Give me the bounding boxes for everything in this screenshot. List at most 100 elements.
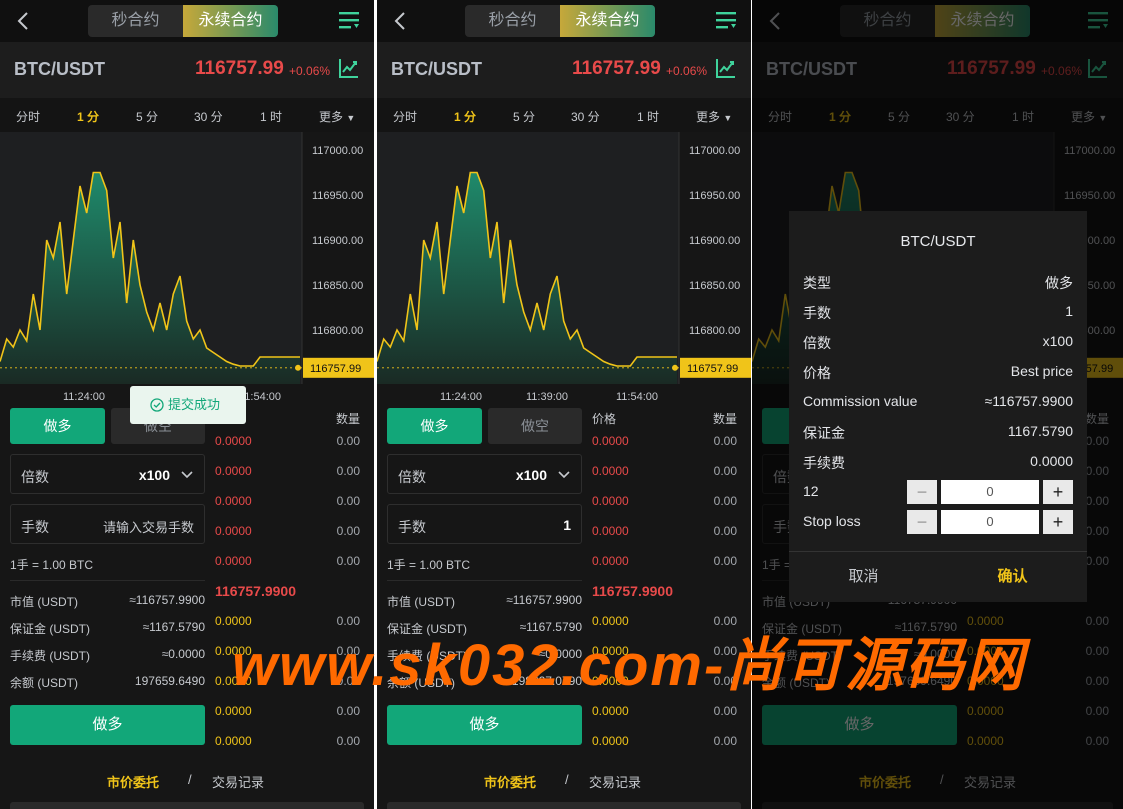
chevron-down-icon	[558, 471, 570, 479]
tf-timeshare[interactable]: 分时	[16, 108, 40, 125]
fee-row: 手续费 (USDT) ≈0.0000	[10, 647, 205, 664]
tab-perpetual-contract[interactable]: 永续合约	[560, 5, 655, 37]
price-change: +0.06%	[666, 64, 708, 78]
dialog-row-value: 1	[1065, 303, 1073, 319]
plus-button[interactable]: +	[1043, 480, 1073, 504]
lots-label: 手数	[21, 519, 49, 535]
orderbook-price-header: 价格	[592, 412, 617, 426]
dialog-row: 手数 1	[803, 303, 1073, 323]
cancel-button[interactable]: 取消	[789, 565, 938, 586]
tf-1hour[interactable]: 1 时	[637, 108, 659, 125]
timeframe-bar: 分时 1 分 5 分 30 分 1 时 更多 ▼	[0, 98, 374, 132]
market-value: ≈116757.9900	[129, 593, 205, 607]
buy-long-tab[interactable]: 做多	[387, 408, 482, 444]
tab-second-contract[interactable]: 秒合约	[465, 5, 560, 37]
pair-bar: BTC/USDT 116757.99 +0.06%	[377, 42, 751, 98]
ask-price[interactable]: 0.0000	[215, 434, 252, 448]
menu-filter-icon[interactable]	[338, 9, 360, 31]
bid-price[interactable]: 0.0000	[592, 704, 629, 718]
dialog-title: BTC/USDT	[900, 233, 976, 250]
pair-symbol[interactable]: BTC/USDT	[14, 59, 105, 80]
lots-input[interactable]: 手数 请输入交易手数	[10, 504, 205, 544]
tab-perpetual-contract[interactable]: 永续合约	[183, 5, 278, 37]
confirm-button[interactable]: 确认	[938, 565, 1087, 586]
leverage-select[interactable]: 倍数 x100	[387, 454, 582, 494]
tf-more[interactable]: 更多 ▼	[319, 108, 355, 125]
bid-price[interactable]: 0.0000	[215, 704, 252, 718]
sell-short-tab[interactable]: 做空	[488, 408, 582, 444]
x-tick-label: 11:54:00	[616, 391, 658, 403]
ask-price[interactable]: 0.0000	[592, 554, 629, 568]
market-value: ≈116757.9900	[506, 593, 582, 607]
buy-long-tab[interactable]: 做多	[10, 408, 105, 444]
ask-price[interactable]: 0.0000	[215, 524, 252, 538]
price-change: +0.06%	[289, 64, 331, 78]
submit-long-button[interactable]: 做多	[387, 705, 582, 745]
last-price-tag-label: 116757.99	[687, 363, 738, 375]
footer-strip	[10, 802, 364, 809]
ask-qty: 0.00	[336, 524, 360, 538]
tab-trade-history[interactable]: 交易记录	[212, 772, 264, 791]
pair-symbol[interactable]: BTC/USDT	[391, 59, 482, 80]
timeframe-bar: 分时 1 分 5 分 30 分 1 时 更多 ▼	[377, 98, 751, 132]
bid-price[interactable]: 0.0000	[592, 734, 629, 748]
ask-price[interactable]: 0.0000	[592, 434, 629, 448]
tf-1hour[interactable]: 1 时	[260, 108, 282, 125]
take-profit-input[interactable]: 0	[941, 480, 1039, 504]
ask-qty: 0.00	[336, 494, 360, 508]
chart-svg: 117000.00 116950.00 116900.00 116850.00 1168…	[0, 132, 374, 403]
dialog-row-label: 手续费	[803, 455, 845, 471]
tab-market-orders[interactable]: 市价委托	[107, 772, 159, 791]
chart-icon[interactable]	[338, 57, 360, 79]
ask-price[interactable]: 0.0000	[592, 464, 629, 478]
tab-second-contract[interactable]: 秒合约	[88, 5, 183, 37]
plus-button[interactable]: +	[1043, 510, 1073, 534]
bid-qty: 0.00	[336, 734, 360, 748]
lot-unit-text: 1手 = 1.00 BTC	[387, 558, 471, 572]
tab-market-orders[interactable]: 市价委托	[484, 772, 536, 791]
fee-value: ≈0.0000	[161, 647, 205, 661]
y-tick-label: 116900.00	[312, 235, 363, 247]
price-chart[interactable]: 117000.00 116950.00 116900.00 116850.00 1168…	[377, 132, 751, 408]
stop-loss-input[interactable]: 0	[941, 510, 1039, 534]
y-tick-label: 116950.00	[312, 190, 363, 202]
chart-icon[interactable]	[715, 57, 737, 79]
leverage-select[interactable]: 倍数 x100	[10, 454, 205, 494]
ask-price[interactable]: 0.0000	[592, 494, 629, 508]
orderbook-qty-header: 数量	[335, 412, 360, 426]
dialog-row-value: 做多	[1045, 275, 1073, 291]
lot-unit-text: 1手 = 1.00 BTC	[10, 558, 94, 572]
tf-30min[interactable]: 30 分	[571, 108, 600, 125]
tf-1min[interactable]: 1 分	[454, 108, 476, 125]
ask-price[interactable]: 0.0000	[215, 554, 252, 568]
ask-price[interactable]: 0.0000	[215, 464, 252, 478]
tf-more[interactable]: 更多 ▼	[696, 108, 732, 125]
orderbook-last-price: 116757.9900	[592, 583, 673, 599]
tf-1min[interactable]: 1 分	[77, 108, 99, 125]
divider	[10, 580, 205, 581]
ask-qty: 0.00	[336, 554, 360, 568]
dialog-row-label: 保证金	[803, 425, 845, 441]
lots-input[interactable]: 手数 1	[387, 504, 582, 544]
submit-long-button[interactable]: 做多	[10, 705, 205, 745]
dialog-divider	[789, 551, 1087, 552]
contract-type-switch: 秒合约 永续合约	[465, 5, 655, 37]
tf-5min[interactable]: 5 分	[136, 108, 158, 125]
ask-qty: 0.00	[336, 464, 360, 478]
ask-price[interactable]: 0.0000	[592, 524, 629, 538]
price-chart[interactable]: 117000.00 116950.00 116900.00 116850.00 1168…	[0, 132, 374, 408]
tab-trade-history[interactable]: 交易记录	[589, 772, 641, 791]
tf-30min[interactable]: 30 分	[194, 108, 223, 125]
tf-5min[interactable]: 5 分	[513, 108, 535, 125]
tf-timeshare[interactable]: 分时	[393, 108, 417, 125]
menu-filter-icon[interactable]	[715, 9, 737, 31]
minus-button[interactable]: −	[907, 510, 937, 534]
bid-price[interactable]: 0.0000	[215, 734, 252, 748]
contract-type-switch: 秒合约 永续合约	[88, 5, 278, 37]
ask-price[interactable]: 0.0000	[215, 494, 252, 508]
back-arrow-icon[interactable]	[14, 10, 34, 32]
divider	[387, 580, 582, 581]
dialog-row: 价格 Best price	[803, 363, 1073, 383]
minus-button[interactable]: −	[907, 480, 937, 504]
back-arrow-icon[interactable]	[391, 10, 411, 32]
